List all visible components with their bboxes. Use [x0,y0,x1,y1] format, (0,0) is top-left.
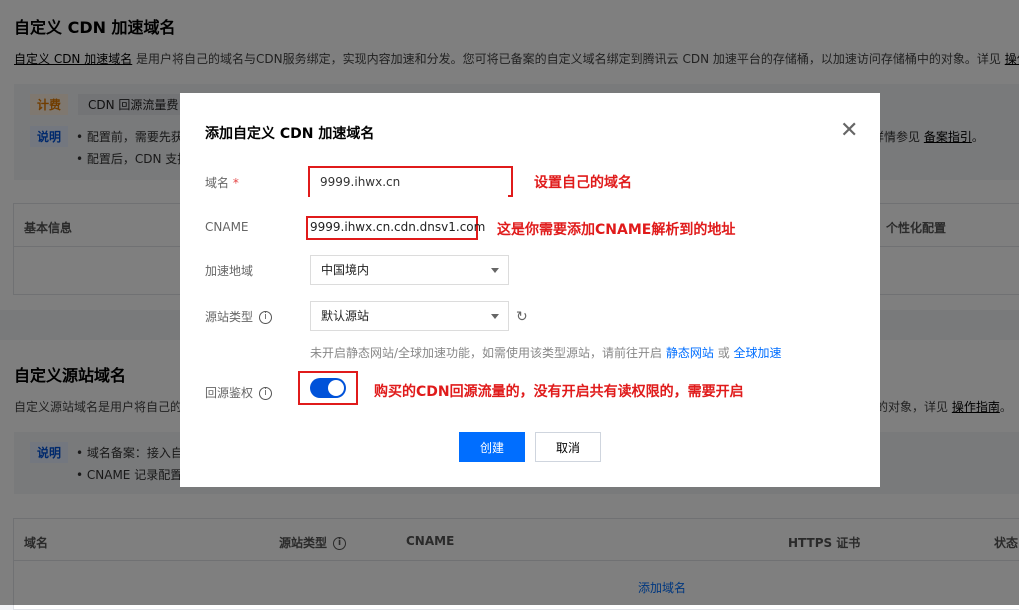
cname-label: CNAME [205,220,249,234]
chevron-down-icon [491,314,499,319]
region-select-value: 中国境内 [321,263,370,277]
domain-annotation: 设置自己的域名 [534,175,632,191]
required-mark: * [232,176,239,190]
dialog-title: 添加自定义 CDN 加速域名 [205,126,375,142]
cname-value: 9999.ihwx.cn.cdn.dnsv1.com [310,220,486,234]
info-icon[interactable]: i [259,311,273,324]
cname-annotation: 这是你需要添加CNAME解析到的地址 [497,222,736,238]
add-cdn-domain-dialog: 添加自定义 CDN 加速域名 ✕ 域名 * 9999.ihwx.cn 设置自己的… [180,93,880,487]
static-website-link[interactable]: 静态网站 [666,346,714,360]
region-select[interactable]: 中国境内 [310,255,509,285]
global-acceleration-link[interactable]: 全球加速 [734,346,782,360]
origin-type-label-text: 源站类型 [205,310,254,324]
auth-annotation: 购买的CDN回源流量的，没有开启共有读权限的，需要开启 [374,384,744,400]
refresh-icon[interactable]: ↻ [516,309,528,325]
hint-or: 或 [713,346,734,360]
hint-text: 未开启静态网站/全球加速功能，如需使用该类型源站，请前往开启 [310,346,666,360]
origin-type-label: 源站类型 i [205,308,273,325]
chevron-down-icon [491,268,499,273]
origin-type-hint: 未开启静态网站/全球加速功能，如需使用该类型源站，请前往开启 静态网站 或 全球… [310,344,782,361]
origin-auth-toggle[interactable] [310,378,346,398]
origin-auth-label: 回源鉴权 i [205,384,273,401]
region-label: 加速地域 [205,264,254,278]
close-icon[interactable]: ✕ [840,120,858,142]
toggle-knob [328,380,344,396]
origin-auth-label-text: 回源鉴权 [205,386,254,400]
domain-input[interactable]: 9999.ihwx.cn [310,169,508,197]
origin-type-select-value: 默认源站 [321,309,370,323]
info-icon[interactable]: i [259,387,273,400]
create-button[interactable]: 创建 [459,432,525,462]
cancel-button[interactable]: 取消 [535,432,601,462]
origin-type-select[interactable]: 默认源站 [310,301,509,331]
domain-label: 域名 * [205,174,239,191]
domain-label-text: 域名 [205,176,230,190]
